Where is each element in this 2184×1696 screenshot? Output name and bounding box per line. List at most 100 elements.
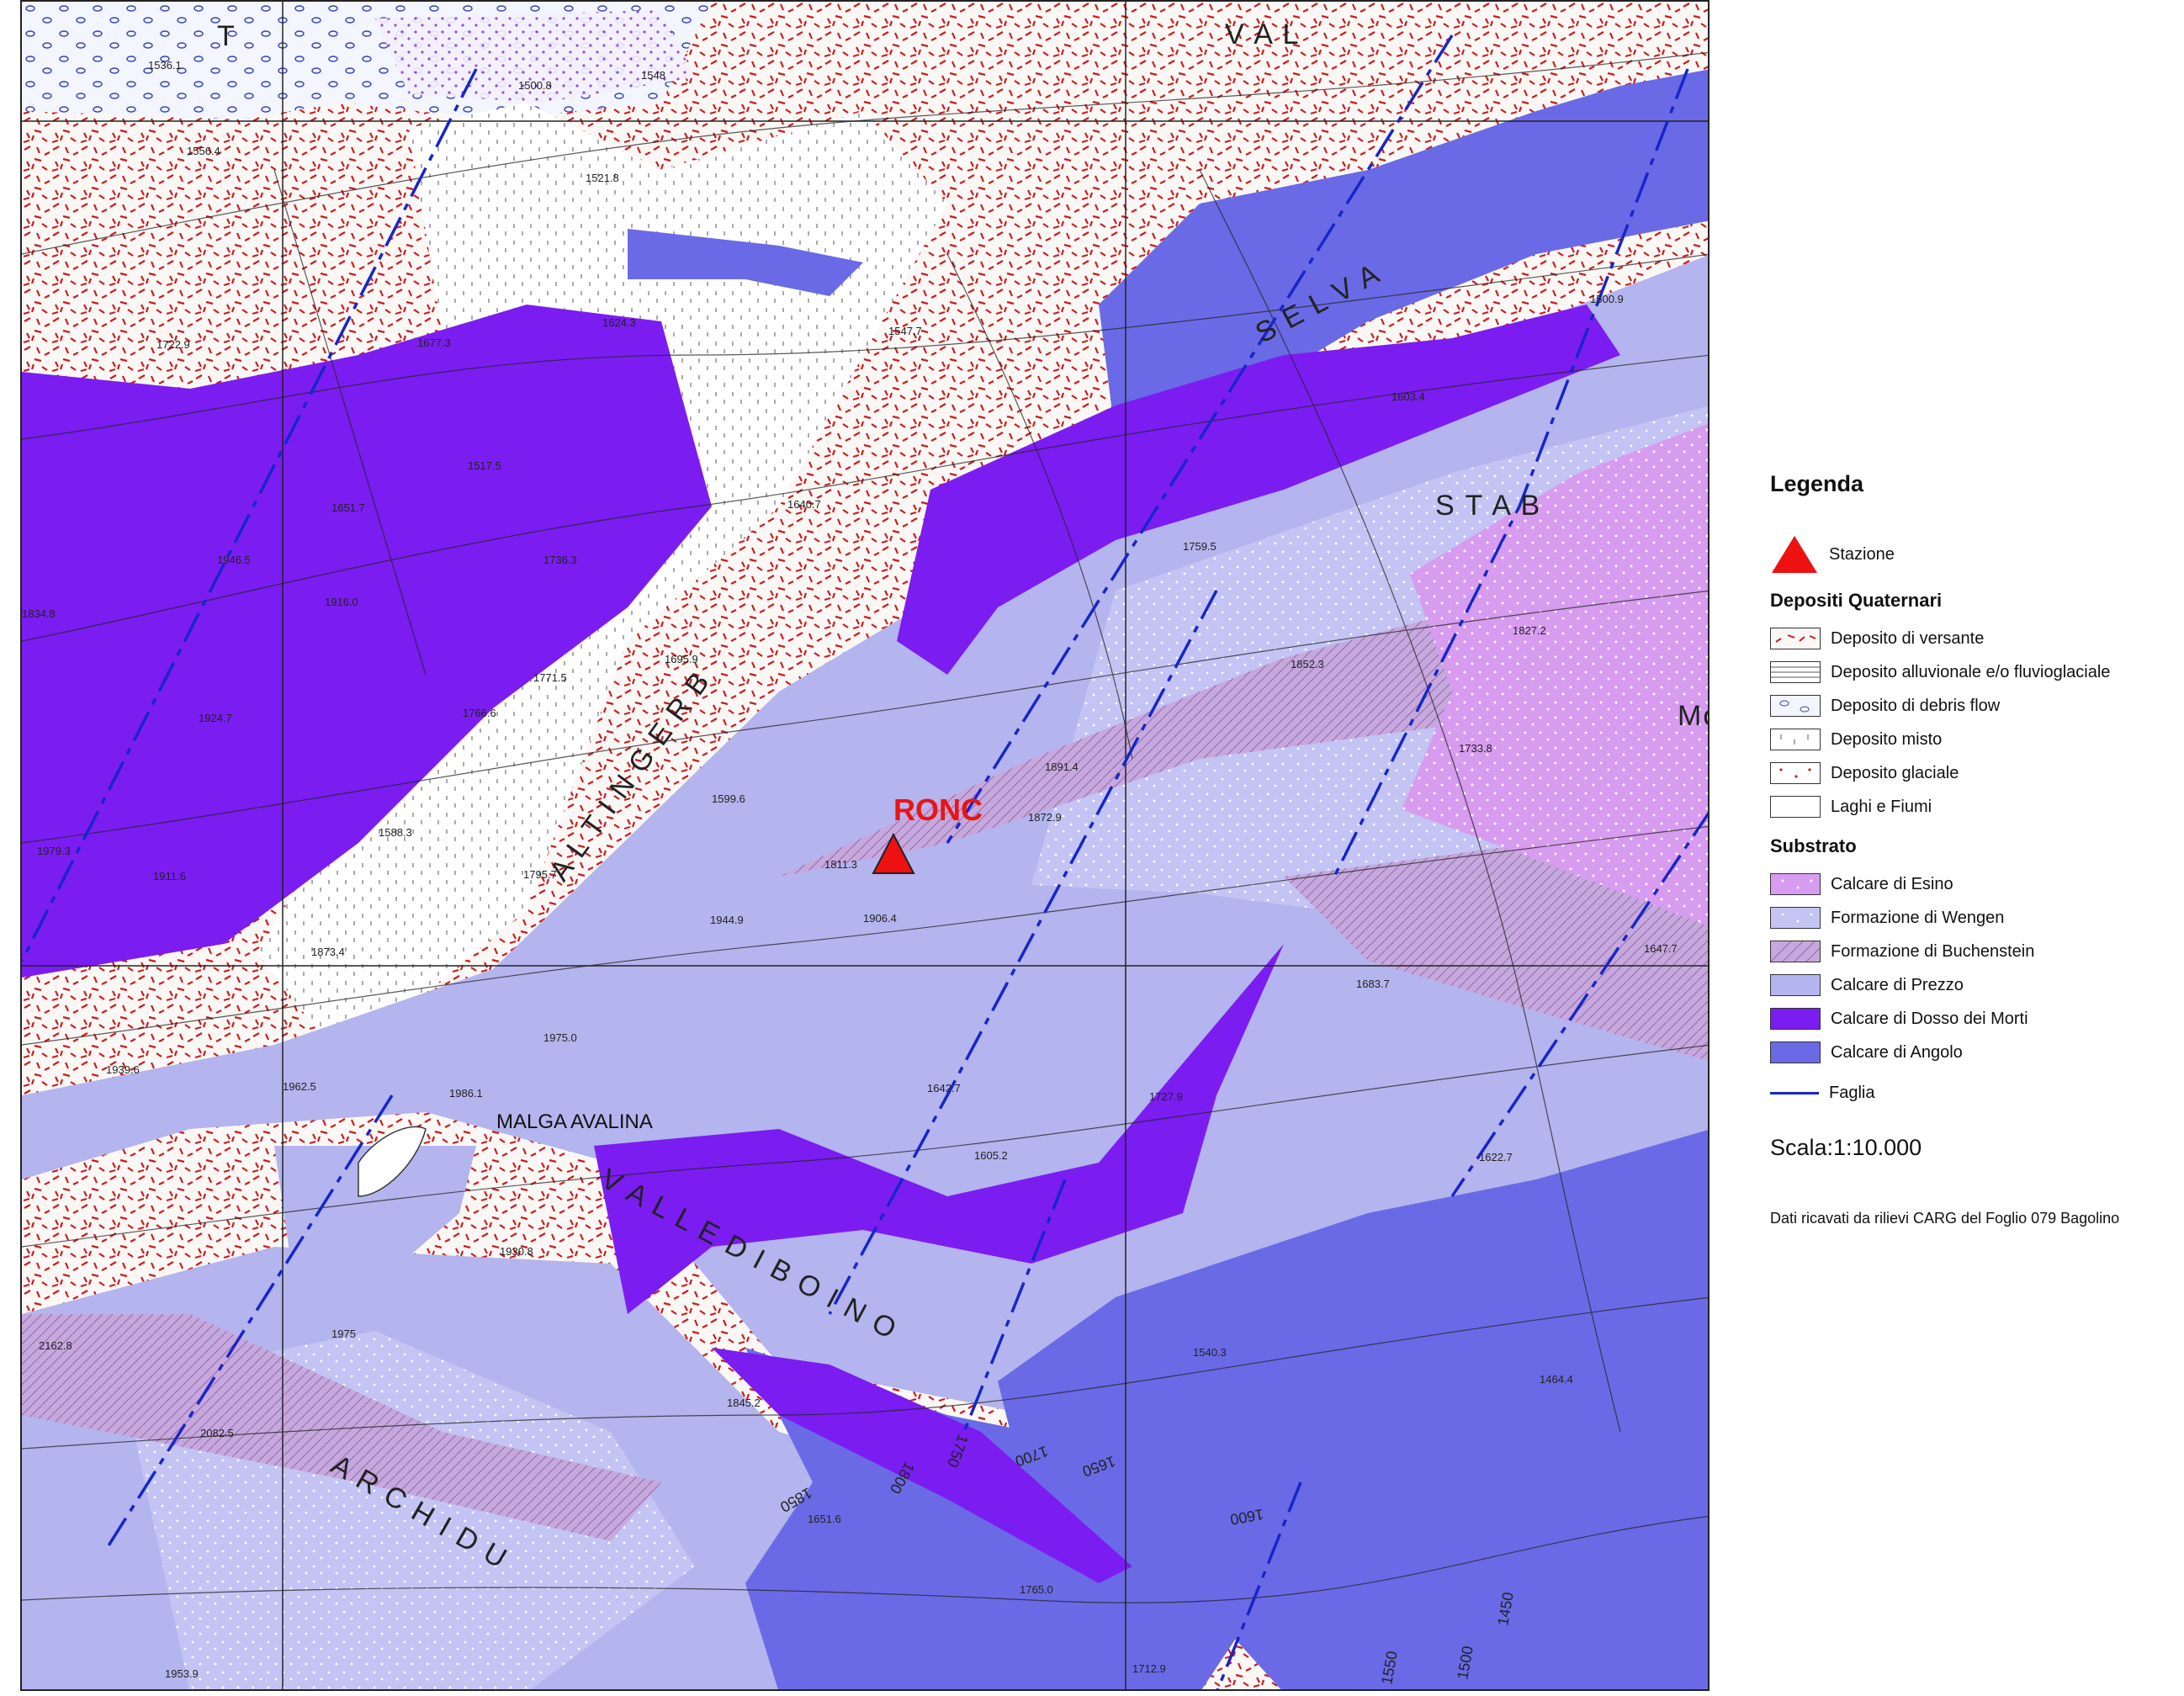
elevation-label: 1712.9 xyxy=(1132,1662,1166,1675)
elevation-label: 1827.2 xyxy=(1513,624,1546,637)
legend-label: Deposito glaciale xyxy=(1831,763,1959,782)
elevation-label: 1603.4 xyxy=(1392,390,1425,403)
legend-section-bedrock: Substrato xyxy=(1770,835,1857,856)
elevation-label: 1500.8 xyxy=(518,79,552,92)
elevation-label: 1464.4 xyxy=(1540,1373,1573,1386)
map-scale: Scala:1:10.000 xyxy=(1770,1135,1922,1160)
elevation-label: 1548 xyxy=(641,69,665,82)
legend-row-dosso-dei-morti: Calcare di Dosso dei Morti xyxy=(1770,1002,2174,1036)
elevation-label: 1500.9 xyxy=(1590,293,1624,305)
prezzo-swatch-icon xyxy=(1770,974,1821,996)
legend-row-fault: Faglia xyxy=(1770,1076,2174,1110)
elevation-label: 1556.4 xyxy=(187,145,220,157)
dosso-dei-morti-swatch-icon xyxy=(1770,1008,1821,1030)
elevation-label: 1651.7 xyxy=(331,501,365,514)
legend-row-debris-flow: Deposito di debris flow xyxy=(1770,689,2174,723)
legend-row-glaciale: Deposito glaciale xyxy=(1770,756,2174,790)
legend-row-angolo: Calcare di Angolo xyxy=(1770,1036,2174,1069)
elevation-label: 2162.8 xyxy=(39,1339,72,1352)
legend-label: Stazione xyxy=(1829,544,1895,564)
legend-section-quaternary: Depositi Quaternari xyxy=(1770,590,1943,611)
elevation-label: 1622.7 xyxy=(1479,1151,1513,1163)
elevation-label: 1975.0 xyxy=(543,1031,577,1044)
elevation-label: 1852.3 xyxy=(1291,658,1324,670)
slope-deposit-swatch-icon xyxy=(1770,628,1821,649)
elevation-label: 1939.6 xyxy=(106,1063,140,1076)
elevation-label: 1599.6 xyxy=(712,792,745,805)
esino-swatch-icon xyxy=(1770,873,1821,895)
glacial-deposit-swatch-icon xyxy=(1770,762,1821,784)
legend-label: Deposito di debris flow xyxy=(1831,696,2001,715)
elevation-label: 1683.7 xyxy=(1356,978,1390,990)
elevation-label: 1771.5 xyxy=(533,671,567,684)
elevation-label: 1521.8 xyxy=(586,172,619,184)
legend-row-misto: Deposito misto xyxy=(1770,723,2174,756)
elevation-label: 1765.0 xyxy=(1020,1583,1053,1596)
legend-row-prezzo: Calcare di Prezzo xyxy=(1770,968,2174,1002)
geologic-map[interactable]: V A L S E L V A S T A B A L T I N G E R … xyxy=(20,0,1710,1691)
angolo-swatch-icon xyxy=(1770,1041,1821,1063)
station-triangle-icon xyxy=(1770,534,1819,575)
elevation-label: 1946.5 xyxy=(217,554,251,566)
legend-label: Deposito misto xyxy=(1831,729,1943,749)
legend-label: Calcare di Prezzo xyxy=(1831,975,1964,994)
elevation-label: 1979.3 xyxy=(37,845,71,857)
valley-name-val: V A L xyxy=(1225,19,1301,50)
elevation-label: 1727.9 xyxy=(1149,1090,1183,1103)
elevation-label: 1640.7 xyxy=(787,498,821,511)
elevation-label: 1642.7 xyxy=(927,1082,961,1094)
elevation-label: 1975 xyxy=(331,1328,356,1340)
elevation-label: 1911.6 xyxy=(153,870,186,882)
legend-label: Calcare di Angolo xyxy=(1831,1042,1963,1062)
elevation-label: 1906.4 xyxy=(863,912,897,925)
elevation-label: 1953.9 xyxy=(165,1667,199,1680)
mixed-deposit-swatch-icon xyxy=(1770,729,1821,750)
legend-row-buchenstein: Formazione di Buchenstein xyxy=(1770,935,2174,968)
elevation-label: 1677.3 xyxy=(417,337,451,349)
legend-label: Calcare di Dosso dei Morti xyxy=(1831,1009,2028,1028)
alluvial-deposit-swatch-icon xyxy=(1770,661,1821,683)
legend-label: Formazione di Buchenstein xyxy=(1831,941,2035,961)
legend-label: Formazione di Wengen xyxy=(1831,908,2005,927)
map-canvas xyxy=(22,2,1708,1689)
valley-name-stab: S T A B xyxy=(1435,490,1542,522)
elevation-label: 1986.1 xyxy=(449,1087,483,1100)
legend-label: Deposito di versante xyxy=(1831,628,1985,648)
elevation-label: 1517.5 xyxy=(468,459,501,472)
elevation-label: 1872.9 xyxy=(1028,811,1062,824)
data-source-note: Dati ricavati da rilievi CARG del Foglio… xyxy=(1770,1210,2120,1227)
elevation-label: 1695.9 xyxy=(665,653,698,665)
debris-flow-swatch-icon xyxy=(1770,695,1821,717)
legend-row-alluvionale: Deposito alluvionale e/o fluvioglaciale xyxy=(1770,655,2174,689)
legend-row-station: Stazione xyxy=(1770,531,2174,578)
elevation-label: 1944.9 xyxy=(710,914,744,926)
station-name-ronc: RONC xyxy=(893,792,983,827)
legend-row-wengen: Formazione di Wengen xyxy=(1770,901,2174,935)
elevation-label: 2082.5 xyxy=(200,1427,234,1439)
elevation-label: 1811.3 xyxy=(824,858,857,871)
map-legend: Legenda Stazione Depositi Quaternari Dep… xyxy=(1770,471,2174,1227)
elevation-label: 1759.5 xyxy=(1183,540,1217,553)
elevation-label: 1605.2 xyxy=(974,1149,1008,1162)
lakes-rivers-swatch-icon xyxy=(1770,796,1821,818)
elevation-label: 1795.7 xyxy=(523,868,557,881)
elevation-label: 1624.3 xyxy=(602,316,636,329)
elevation-label: 1647.7 xyxy=(1644,942,1678,955)
elevation-label: 1962.5 xyxy=(283,1080,316,1093)
elevation-label: 1916.0 xyxy=(325,596,358,608)
elevation-label: 1651.6 xyxy=(808,1513,841,1525)
partial-label-mo: Mo xyxy=(1678,700,1708,732)
buchenstein-swatch-icon xyxy=(1770,941,1821,962)
elevation-label: 1891.4 xyxy=(1045,761,1079,773)
elevation-label: 1733.8 xyxy=(1459,742,1492,755)
elevation-label: 1536.1 xyxy=(148,59,182,72)
legend-row-laghi: Laghi e Fiumi xyxy=(1770,790,2174,824)
legend-label: Laghi e Fiumi xyxy=(1831,797,1932,816)
legend-label: Faglia xyxy=(1829,1083,1875,1102)
valley-name-ta: T xyxy=(217,20,236,52)
elevation-label: 1588.3 xyxy=(379,826,412,839)
elevation-label: 1845.2 xyxy=(727,1397,761,1409)
elevation-label: 1834.8 xyxy=(22,607,56,620)
elevation-label: 1722.9 xyxy=(156,338,190,351)
legend-title: Legenda xyxy=(1770,471,1864,496)
